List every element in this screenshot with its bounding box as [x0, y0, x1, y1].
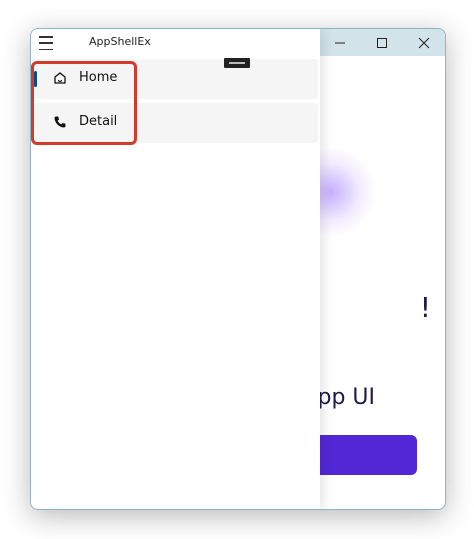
close-button[interactable]	[403, 29, 445, 56]
app-title: AppShellEx	[89, 35, 151, 48]
annotation-highlight-box	[31, 61, 137, 145]
maximize-icon	[377, 37, 387, 48]
minimize-icon	[335, 42, 345, 43]
drag-handle[interactable]	[224, 58, 250, 68]
hamburger-icon[interactable]	[39, 36, 59, 50]
minimize-button[interactable]	[319, 29, 361, 56]
close-icon	[418, 37, 430, 48]
maximize-button[interactable]	[361, 29, 403, 56]
